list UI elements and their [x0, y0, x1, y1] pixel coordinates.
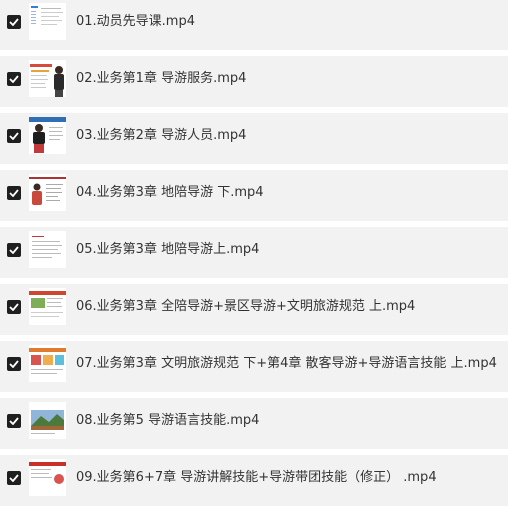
file-name: 09.业务第6+7章 导游讲解技能+导游带团技能（修正） .mp4 — [76, 470, 437, 485]
file-name: 05.业务第3章 地陪导游上.mp4 — [76, 242, 260, 257]
file-row[interactable]: 01.动员先导课.mp4 — [0, 0, 508, 50]
checkbox[interactable] — [7, 15, 21, 29]
file-name: 04.业务第3章 地陪导游 下.mp4 — [76, 185, 264, 200]
file-name: 06.业务第3章 全陪导游+景区导游+文明旅游规范 上.mp4 — [76, 299, 416, 314]
document-thumbnail — [29, 231, 66, 268]
file-row[interactable]: 03.业务第2章 导游人员.mp4 — [0, 113, 508, 164]
file-name: 02.业务第1章 导游服务.mp4 — [76, 71, 247, 86]
slide-thumbnail — [29, 288, 66, 325]
checkbox[interactable] — [7, 357, 21, 371]
slide-with-presenter-thumbnail — [29, 117, 66, 154]
checkbox[interactable] — [7, 300, 21, 314]
file-row[interactable]: 08.业务第5 导游语言技能.mp4 — [0, 398, 508, 449]
slide-with-presenter-thumbnail — [29, 60, 66, 97]
file-row[interactable]: 04.业务第3章 地陪导游 下.mp4 — [0, 170, 508, 221]
file-name: 01.动员先导课.mp4 — [76, 14, 195, 29]
file-name: 03.业务第2章 导游人员.mp4 — [76, 128, 247, 143]
checkbox[interactable] — [7, 471, 21, 485]
slide-thumbnail — [29, 459, 66, 496]
checkbox[interactable] — [7, 72, 21, 86]
slide-with-presenter-thumbnail — [29, 174, 66, 211]
file-name: 07.业务第3章 文明旅游规范 下+第4章 散客导游+导游语言技能 上.mp4 — [76, 356, 497, 371]
checkbox[interactable] — [7, 243, 21, 257]
file-row[interactable]: 07.业务第3章 文明旅游规范 下+第4章 散客导游+导游语言技能 上.mp4 — [0, 341, 508, 392]
file-row[interactable]: 09.业务第6+7章 导游讲解技能+导游带团技能（修正） .mp4 — [0, 455, 508, 506]
checkbox[interactable] — [7, 414, 21, 428]
checkbox[interactable] — [7, 129, 21, 143]
file-row[interactable]: 02.业务第1章 导游服务.mp4 — [0, 56, 508, 107]
file-row[interactable]: 06.业务第3章 全陪导游+景区导游+文明旅游规范 上.mp4 — [0, 284, 508, 335]
landscape-slide-thumbnail — [29, 402, 66, 439]
file-row[interactable]: 05.业务第3章 地陪导游上.mp4 — [0, 227, 508, 278]
document-thumbnail — [29, 3, 66, 40]
file-name: 08.业务第5 导游语言技能.mp4 — [76, 413, 260, 428]
checkbox[interactable] — [7, 186, 21, 200]
slide-thumbnail — [29, 345, 66, 382]
